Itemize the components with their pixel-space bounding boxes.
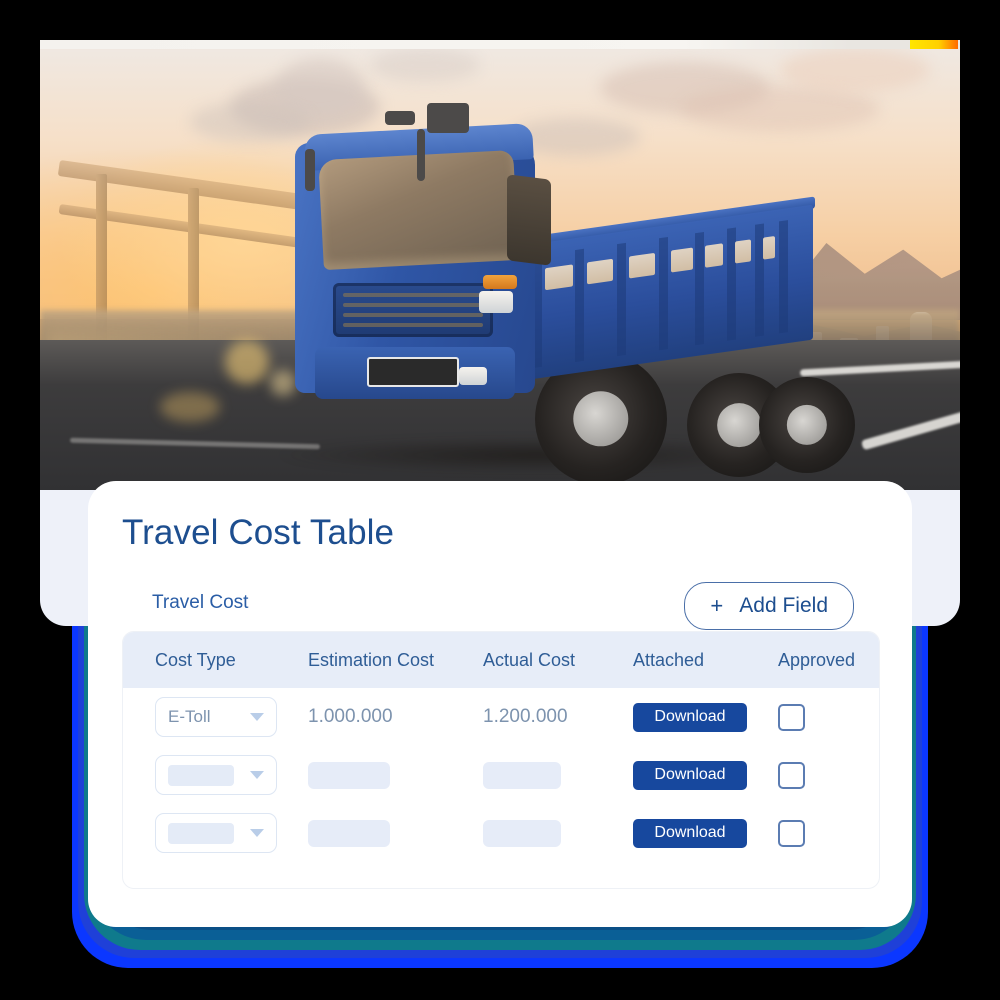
table-header-row: Cost Type Estimation Cost Actual Cost At… (123, 632, 879, 688)
column-header-estimation-cost: Estimation Cost (308, 649, 435, 670)
page-title: Travel Cost Table (122, 513, 395, 552)
approved-checkbox[interactable] (778, 703, 805, 731)
screenshot-root: Travel Cost Table Travel Cost + Add Fiel… (0, 0, 1000, 1000)
column-header-cost-type: Cost Type (155, 649, 236, 670)
cost-type-placeholder (168, 822, 234, 844)
estimation-cost-placeholder (308, 761, 390, 789)
actual-cost-placeholder (483, 819, 561, 847)
add-field-label: Add Field (739, 594, 828, 617)
plus-icon: + (710, 593, 724, 618)
cost-type-select[interactable] (155, 755, 277, 795)
lens-flare (160, 392, 220, 422)
yellow-accent-segment (910, 40, 958, 49)
table-row: Download (123, 746, 879, 804)
add-field-button[interactable]: + Add Field (684, 582, 854, 630)
cost-type-placeholder (168, 764, 234, 786)
estimation-cost-value: 1.000.000 (308, 706, 393, 727)
chevron-down-icon (250, 771, 264, 779)
table-row: E-Toll 1.000.000 1.200.000 Download (123, 688, 879, 746)
chevron-down-icon (250, 829, 264, 837)
actual-cost-placeholder (483, 761, 561, 789)
estimation-cost-placeholder (308, 819, 390, 847)
column-header-actual-cost: Actual Cost (483, 649, 576, 670)
download-button[interactable]: Download (633, 818, 747, 848)
hero-truck-photo (40, 40, 960, 490)
approved-checkbox[interactable] (778, 819, 805, 847)
table-row: Download (123, 804, 879, 862)
column-header-attached: Attached (633, 649, 705, 670)
download-button[interactable]: Download (633, 760, 747, 790)
travel-cost-table: Cost Type Estimation Cost Actual Cost At… (122, 631, 880, 889)
cost-type-value: E-Toll (168, 707, 211, 726)
cost-type-select[interactable] (155, 813, 277, 853)
cloud (370, 48, 480, 82)
download-button[interactable]: Download (633, 702, 747, 732)
column-header-approved: Approved (778, 649, 856, 670)
section-label: Travel Cost (152, 592, 249, 613)
blue-truck (235, 85, 875, 485)
photo-top-accent-bar (40, 40, 960, 49)
cost-type-select[interactable]: E-Toll (155, 697, 277, 737)
chevron-down-icon (250, 713, 264, 721)
actual-cost-value: 1.200.000 (483, 706, 568, 727)
approved-checkbox[interactable] (778, 761, 805, 789)
travel-cost-card: Travel Cost Table Travel Cost + Add Fiel… (88, 481, 912, 927)
